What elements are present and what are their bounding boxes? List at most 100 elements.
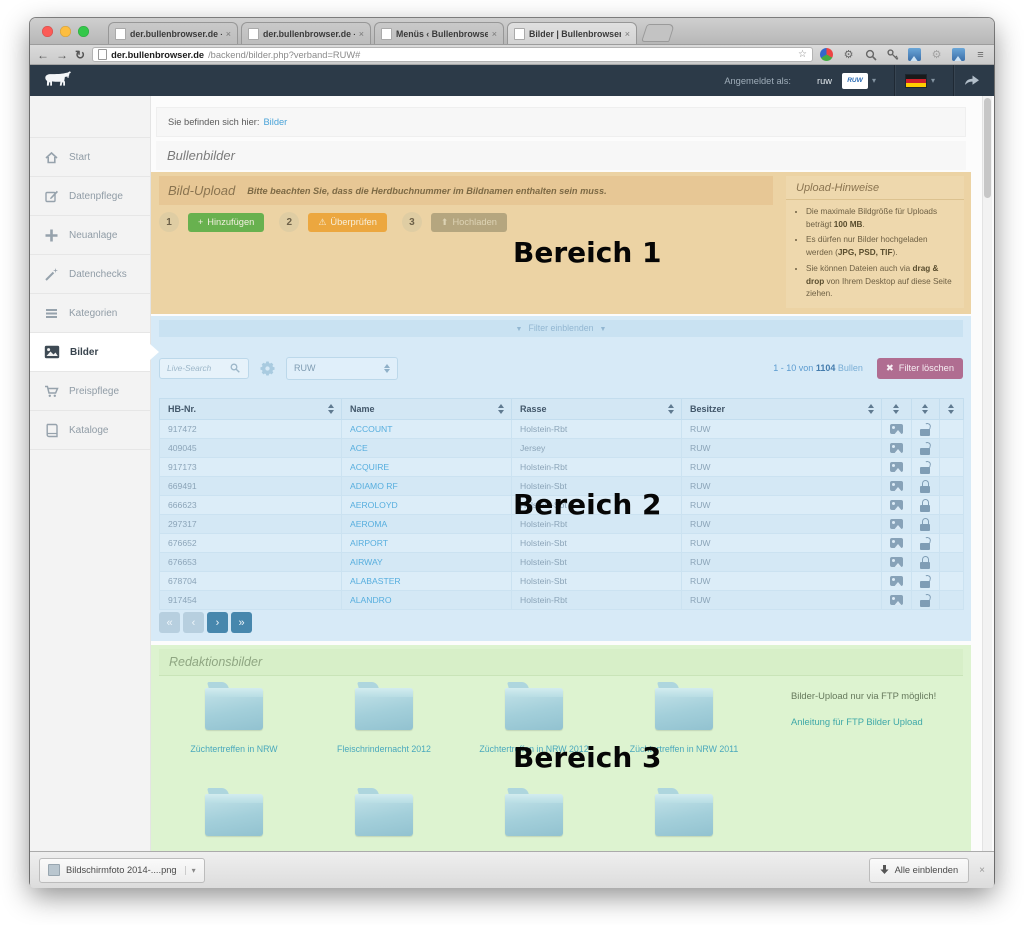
extension-image-icon[interactable] xyxy=(908,48,921,61)
bull-name-link[interactable]: AIRWAY xyxy=(350,557,383,567)
col-header-lock[interactable] xyxy=(912,399,940,420)
browser-tab[interactable]: der.bullenbrowser.de - Ka × xyxy=(108,22,238,44)
hinzufuegen-button[interactable]: +Hinzufügen xyxy=(188,213,264,232)
extension-gear-icon[interactable]: ⚙ xyxy=(842,48,855,61)
col-header-besitzer[interactable]: Besitzer xyxy=(682,399,882,420)
folder-item[interactable]: Züchtertreffen in NRW xyxy=(159,681,309,754)
pagination-prev-button[interactable]: ‹ xyxy=(183,612,204,633)
sidebar-item-datenpflege[interactable]: Datenpflege xyxy=(30,176,150,215)
back-button[interactable]: ← xyxy=(37,49,49,61)
bull-name-link[interactable]: AEROLOYD xyxy=(350,500,398,510)
pagination-next-button[interactable]: › xyxy=(207,612,228,633)
bull-name-link[interactable]: ACE xyxy=(350,443,368,453)
bull-name-link[interactable]: ACCOUNT xyxy=(350,424,393,434)
sidebar-item-kataloge[interactable]: Kataloge xyxy=(30,410,150,450)
folder-item[interactable]: Fleischrindernacht 2012 xyxy=(309,681,459,754)
close-window-button[interactable] xyxy=(42,26,53,37)
minimize-window-button[interactable] xyxy=(60,26,71,37)
ftp-anleitung-link[interactable]: Anleitung für FTP Bilder Upload xyxy=(791,715,953,729)
image-icon[interactable] xyxy=(890,576,903,586)
sidebar-item-datenchecks[interactable]: Datenchecks xyxy=(30,254,150,293)
image-icon[interactable] xyxy=(890,500,903,510)
bookmark-star-icon[interactable]: ☆ xyxy=(798,49,807,60)
folder-label[interactable]: Züchtertreffen in NRW xyxy=(190,744,277,754)
chrome-menu-icon[interactable]: ≡ xyxy=(974,48,987,61)
download-caret-icon[interactable]: ▾ xyxy=(185,866,196,875)
filter-settings-gear-icon[interactable] xyxy=(260,361,275,376)
sidebar-item-preispflege[interactable]: Preispflege xyxy=(30,371,150,410)
sidebar-item-start[interactable]: Start xyxy=(30,137,150,176)
image-icon[interactable] xyxy=(890,462,903,472)
ueberpruefen-button[interactable]: ⚠Überprüfen xyxy=(308,213,387,232)
col-header-hbnr[interactable]: HB-Nr. xyxy=(160,399,342,420)
bull-name-link[interactable]: ACQUIRE xyxy=(350,462,389,472)
bull-name-link[interactable]: ALANDRO xyxy=(350,595,392,605)
filter-loeschen-button[interactable]: ✖Filter löschen xyxy=(877,358,963,379)
forward-button[interactable]: → xyxy=(56,49,68,61)
bull-name-link[interactable]: ALABASTER xyxy=(350,576,401,586)
image-icon[interactable] xyxy=(890,557,903,567)
sidebar-item-bilder[interactable]: Bilder xyxy=(30,332,150,371)
extension-color-icon[interactable] xyxy=(820,48,833,61)
lock-icon[interactable] xyxy=(920,518,931,531)
image-icon[interactable] xyxy=(890,424,903,434)
lock-icon[interactable] xyxy=(920,480,931,493)
extension-image2-icon[interactable] xyxy=(952,48,965,61)
browser-tab[interactable]: Menüs ‹ Bullenbrowser — × xyxy=(374,22,504,44)
lock-icon[interactable] xyxy=(920,537,931,550)
german-flag-icon[interactable] xyxy=(905,74,927,88)
folder-item[interactable] xyxy=(309,787,459,836)
lock-icon[interactable] xyxy=(920,499,931,512)
hochladen-button[interactable]: ⬆Hochladen xyxy=(431,213,507,232)
tab-close-icon[interactable]: × xyxy=(226,29,231,39)
user-dropdown-caret-icon[interactable]: ▾ xyxy=(872,76,876,85)
scrollbar-thumb[interactable] xyxy=(984,98,991,198)
browser-tab-active[interactable]: Bilder | Bullenbrowser × xyxy=(507,22,637,44)
col-header-rasse[interactable]: Rasse xyxy=(512,399,682,420)
bull-name-link[interactable]: AEROMA xyxy=(350,519,387,529)
col-header-bild[interactable] xyxy=(882,399,912,420)
image-icon[interactable] xyxy=(890,595,903,605)
filter-toggle[interactable]: ▼Filter einblenden▼ xyxy=(159,320,963,337)
lock-icon[interactable] xyxy=(920,423,931,436)
bull-name-link[interactable]: AIRPORT xyxy=(350,538,388,548)
new-tab-button[interactable] xyxy=(641,24,675,42)
address-bar[interactable]: der.bullenbrowser.de /backend/bilder.php… xyxy=(92,47,813,62)
scrollbar-track[interactable] xyxy=(982,96,992,851)
lock-icon[interactable] xyxy=(920,556,931,569)
lock-icon[interactable] xyxy=(920,461,931,474)
tab-close-icon[interactable]: × xyxy=(625,29,630,39)
close-download-bar-icon[interactable]: × xyxy=(979,865,985,876)
extension-key-icon[interactable] xyxy=(886,48,899,61)
sidebar-item-neuanlage[interactable]: Neuanlage xyxy=(30,215,150,254)
image-icon[interactable] xyxy=(890,519,903,529)
logout-arrow-icon[interactable] xyxy=(964,74,980,88)
col-header-name[interactable]: Name xyxy=(342,399,512,420)
tab-close-icon[interactable]: × xyxy=(492,29,497,39)
image-icon[interactable] xyxy=(890,443,903,453)
lock-icon[interactable] xyxy=(920,442,931,455)
folder-item[interactable] xyxy=(159,787,309,836)
folder-item[interactable] xyxy=(609,787,759,836)
lock-icon[interactable] xyxy=(920,594,931,607)
folder-item[interactable] xyxy=(459,787,609,836)
search-input[interactable] xyxy=(165,362,227,374)
cow-logo-icon[interactable] xyxy=(44,70,72,92)
verband-select[interactable]: RUW xyxy=(286,357,398,380)
download-item[interactable]: Bildschirmfoto 2014-....png ▾ xyxy=(39,858,205,883)
col-header-extra[interactable] xyxy=(940,399,964,420)
zoom-window-button[interactable] xyxy=(78,26,89,37)
breadcrumb-link-bilder[interactable]: Bilder xyxy=(263,117,287,127)
pagination-last-button[interactable]: » xyxy=(231,612,252,633)
extension-search-icon[interactable] xyxy=(864,48,877,61)
image-icon[interactable] xyxy=(890,481,903,491)
show-all-downloads-button[interactable]: Alle einblenden xyxy=(869,858,970,883)
tab-close-icon[interactable]: × xyxy=(359,29,364,39)
verband-logo-chip[interactable]: RUW xyxy=(842,73,868,89)
language-dropdown-caret-icon[interactable]: ▾ xyxy=(931,76,935,85)
folder-label[interactable]: Fleischrindernacht 2012 xyxy=(337,744,431,754)
browser-tab[interactable]: der.bullenbrowser.de - Me × xyxy=(241,22,371,44)
bull-name-link[interactable]: ADIAMO RF xyxy=(350,481,398,491)
pagination-first-button[interactable]: « xyxy=(159,612,180,633)
lock-icon[interactable] xyxy=(920,575,931,588)
